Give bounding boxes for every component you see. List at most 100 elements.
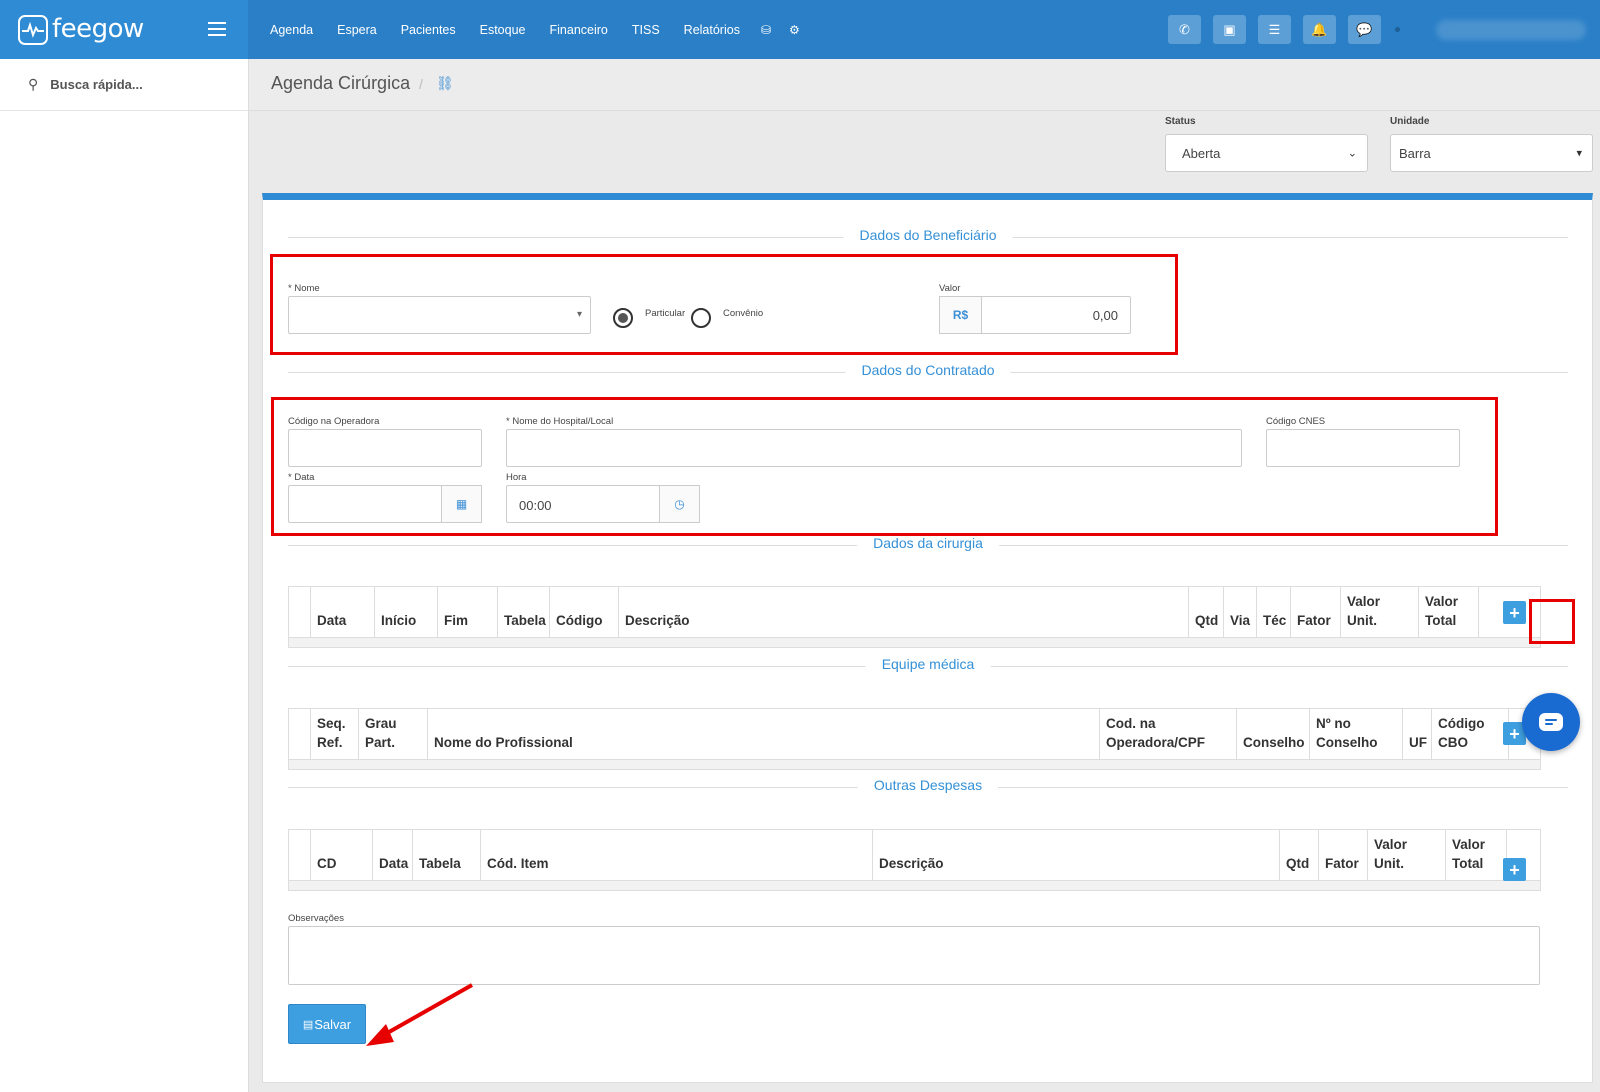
radio-convenio[interactable]: [691, 308, 711, 328]
table-header: Grau Part.: [358, 709, 427, 760]
table-header: Início: [374, 587, 437, 638]
calendar-icon[interactable]: ▦: [441, 485, 482, 523]
save-button[interactable]: ▤ Salvar: [288, 1004, 366, 1044]
status-value: Aberta: [1182, 145, 1221, 161]
medical-kit-icon: ⛓: [436, 75, 454, 91]
cirurgia-table: Data Início Fim Tabela Código Descrição …: [288, 586, 1541, 648]
caret-down-icon: ▾: [1576, 147, 1582, 160]
table-header-blank: [289, 709, 310, 760]
observacoes-textarea[interactable]: [288, 926, 1540, 985]
page-header: Agenda Cirúrgica / ⛓: [249, 59, 1600, 111]
table-header: Valor Unit.: [1367, 830, 1445, 881]
sidebar: ⚲ Busca rápida...: [0, 59, 249, 1092]
search-input[interactable]: Busca rápida...: [50, 77, 142, 92]
hora-input[interactable]: 00:00: [506, 485, 660, 523]
data-input[interactable]: [288, 485, 442, 523]
table-header: Fator: [1290, 587, 1340, 638]
floppy-disk-icon: ▤: [302, 1018, 314, 1031]
table-header: Tabela: [412, 830, 480, 881]
phone-icon[interactable]: ✆: [1168, 15, 1201, 44]
clock-icon[interactable]: ◷: [659, 485, 700, 523]
nav-pacientes[interactable]: Pacientes: [401, 23, 456, 37]
table-header: UF: [1402, 709, 1431, 760]
unidade-label: Unidade: [1390, 116, 1430, 127]
cnes-label: Código CNES: [1266, 416, 1326, 427]
hora-label: Hora: [506, 472, 527, 483]
cnes-input[interactable]: [1266, 429, 1460, 467]
section-cirurgia: Dados da cirurgia: [288, 535, 1568, 552]
table-header: Código: [549, 587, 618, 638]
radio-particular[interactable]: [613, 308, 633, 328]
table-header: Conselho: [1236, 709, 1309, 760]
section-equipe: Equipe médica: [288, 656, 1568, 673]
nome-select[interactable]: ▾: [288, 296, 591, 334]
table-header: Valor Unit.: [1340, 587, 1418, 638]
support-chat-button[interactable]: [1522, 693, 1580, 751]
logo-text[interactable]: feegow: [52, 14, 144, 44]
nav-espera[interactable]: Espera: [337, 23, 377, 37]
table-header: Fim: [437, 587, 497, 638]
add-expense-button[interactable]: +: [1503, 858, 1526, 881]
list-icon[interactable]: ☰: [1258, 15, 1291, 44]
caret-down-icon: ▾: [576, 309, 582, 320]
section-cirurgia-title: Dados da cirurgia: [857, 535, 999, 551]
table-header: Valor Total: [1445, 830, 1506, 881]
table-header: Tabela: [497, 587, 549, 638]
table-header: Descrição: [872, 830, 1279, 881]
section-despesas: Outras Despesas: [288, 777, 1568, 794]
table-header: Qtd: [1279, 830, 1318, 881]
hospital-input[interactable]: [506, 429, 1242, 467]
radio-particular-label: Particular: [645, 308, 686, 319]
observacoes-label: Observações: [288, 913, 344, 924]
database-icon[interactable]: ⛁: [761, 23, 771, 37]
nav-estoque[interactable]: Estoque: [480, 23, 526, 37]
section-contratado-title: Dados do Contratado: [845, 362, 1011, 378]
inbox-icon[interactable]: ▣: [1213, 15, 1246, 44]
status-select[interactable]: Aberta ⌄: [1165, 134, 1368, 172]
quick-search[interactable]: ⚲ Busca rápida...: [0, 59, 248, 111]
table-header: Fator: [1318, 830, 1367, 881]
nav-agenda[interactable]: Agenda: [270, 23, 313, 37]
radio-convenio-label: Convênio: [723, 308, 764, 319]
table-header-blank: [289, 830, 310, 881]
table-header: Data: [310, 587, 374, 638]
status-dot: [1395, 27, 1400, 32]
save-button-label: Salvar: [314, 1016, 352, 1032]
table-header: Téc: [1256, 587, 1290, 638]
despesas-table: CD Data Tabela Cód. Item Descrição Qtd F…: [288, 829, 1541, 891]
table-header: Valor Total: [1418, 587, 1478, 638]
feegow-logo-icon[interactable]: [18, 15, 48, 45]
equipe-table: Seq. Ref. Grau Part. Nome do Profissiona…: [288, 708, 1541, 770]
hospital-label: * Nome do Hospital/Local: [506, 416, 614, 427]
table-header: Cód. Item: [480, 830, 872, 881]
chevron-down-icon: ⌄: [1347, 147, 1357, 160]
chat-bubble-icon: [1539, 713, 1563, 731]
nav-financeiro[interactable]: Financeiro: [550, 23, 608, 37]
bell-icon[interactable]: 🔔: [1303, 15, 1336, 44]
table-header: Nº no Conselho: [1309, 709, 1402, 760]
chat-icon[interactable]: 💬: [1348, 15, 1381, 44]
menu-toggle-icon[interactable]: [208, 22, 226, 36]
table-header: Seq. Ref.: [310, 709, 358, 760]
brand-area: feegow: [0, 0, 248, 59]
nav-relatorios[interactable]: Relatórios: [684, 23, 740, 37]
search-icon: ⚲: [28, 76, 39, 92]
data-label: * Data: [288, 472, 315, 483]
add-procedure-button[interactable]: +: [1503, 601, 1526, 624]
codigo-operadora-input[interactable]: [288, 429, 482, 467]
section-contratado: Dados do Contratado: [288, 362, 1568, 379]
nav-tiss[interactable]: TISS: [632, 23, 660, 37]
unidade-select[interactable]: Barra ▾: [1390, 134, 1593, 172]
section-beneficiario-title: Dados do Beneficiário: [843, 227, 1013, 243]
table-header: Nome do Profissional: [427, 709, 1099, 760]
table-header: Cod. na Operadora/CPF: [1099, 709, 1236, 760]
gear-icon[interactable]: ⚙: [789, 23, 800, 37]
valor-input[interactable]: 0,00: [981, 296, 1131, 334]
topbar-actions: ✆ ▣ ☰ 🔔 💬: [1168, 15, 1393, 44]
user-menu[interactable]: [1436, 20, 1586, 40]
page-title: Agenda Cirúrgica: [271, 73, 411, 93]
annotation-arrow-icon: [366, 983, 473, 1046]
table-header: Qtd: [1188, 587, 1223, 638]
table-header: Código CBO: [1431, 709, 1508, 760]
surgery-form-panel: Dados do Beneficiário * Nome ▾ Particula…: [262, 193, 1593, 1083]
